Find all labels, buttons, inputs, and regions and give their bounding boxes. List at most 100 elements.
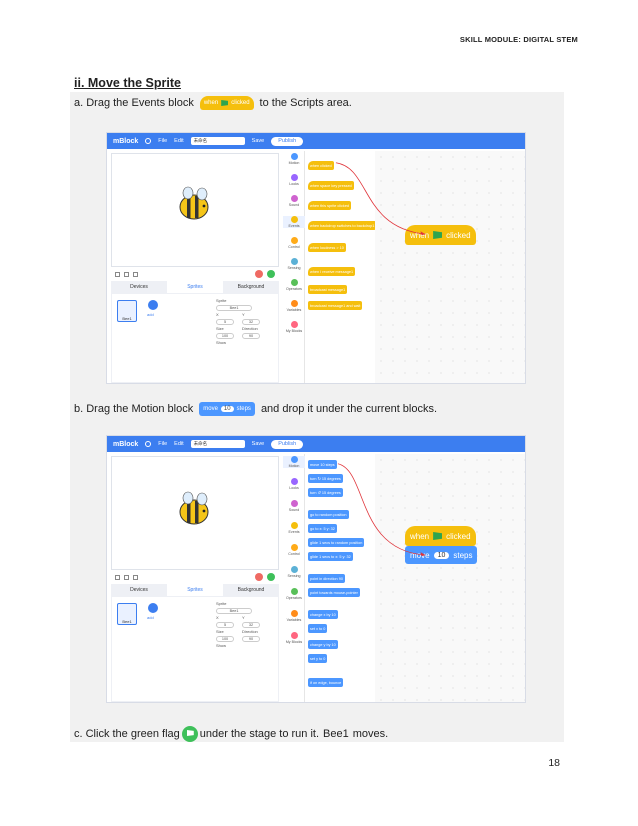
category-my-blocks[interactable]: My Blocks <box>283 632 305 644</box>
category-list: Motion Looks Sound Events Control Sensin… <box>283 151 305 383</box>
category-sound[interactable]: Sound <box>283 500 305 512</box>
y-field[interactable]: 32 <box>242 622 260 628</box>
category-my-blocks[interactable]: My Blocks <box>283 321 305 333</box>
section-heading: ii. Move the Sprite <box>74 76 181 90</box>
category-sound[interactable]: Sound <box>283 195 305 207</box>
x-field[interactable]: 5 <box>216 319 234 325</box>
tab-sprites[interactable]: Sprites <box>167 281 223 293</box>
save-button[interactable]: Save <box>252 138 265 144</box>
sprite-tabs: Devices Sprites Background <box>111 584 279 596</box>
sprite-thumbnail[interactable]: Bee1 <box>117 603 137 625</box>
palette-block[interactable]: broadcast message1 and wait <box>308 301 363 310</box>
tab-sprites[interactable]: Sprites <box>167 584 223 596</box>
palette-block[interactable]: when clicked <box>308 161 334 170</box>
tab-devices[interactable]: Devices <box>111 281 167 293</box>
category-motion[interactable]: Motion <box>283 153 305 165</box>
small-stage-icon[interactable] <box>115 574 120 580</box>
category-label: Looks <box>289 182 299 186</box>
category-events[interactable]: Events <box>283 216 305 228</box>
y-field[interactable]: 32 <box>242 319 260 325</box>
script-move-block[interactable]: move 10 steps <box>405 546 478 564</box>
script-when-clicked-block[interactable]: when clicked <box>405 526 476 546</box>
stop-icon[interactable] <box>255 270 263 278</box>
direction-field[interactable]: 90 <box>242 636 260 642</box>
module-title: SKILL MODULE: DIGITAL STEM <box>459 35 578 44</box>
category-looks[interactable]: Looks <box>283 478 305 490</box>
category-sensing[interactable]: Sensing <box>283 566 305 578</box>
category-variables[interactable]: Variables <box>283 610 305 622</box>
category-control[interactable]: Control <box>283 544 305 556</box>
edit-menu[interactable]: Edit <box>174 441 183 447</box>
move-value[interactable]: 10 <box>433 551 450 559</box>
category-events[interactable]: Events <box>283 522 305 534</box>
script-when-clicked-block[interactable]: when clicked <box>405 225 476 245</box>
palette-block[interactable]: set y to 0 <box>308 654 328 663</box>
file-menu[interactable]: File <box>158 138 167 144</box>
large-stage-icon[interactable] <box>124 574 129 580</box>
motion-block-image: move 10 steps <box>199 402 255 416</box>
events-palette: when clicked when space key pressed when… <box>306 151 377 383</box>
category-operators[interactable]: Operators <box>283 588 305 600</box>
tab-background[interactable]: Background <box>223 281 279 293</box>
sprite-panel: Bee1 add Sprite Bee1 X 5 Y 32 Size 100 Dire… <box>111 596 279 702</box>
palette-block[interactable]: when loudness > 10 <box>308 243 346 252</box>
publish-button[interactable]: Publish <box>271 136 304 146</box>
sprite-name-field[interactable]: Bee1 <box>216 608 252 614</box>
small-stage-icon[interactable] <box>115 271 120 277</box>
category-list: Motion Looks Sound Events Control Sensin… <box>283 454 305 702</box>
scripts-area[interactable]: when clicked <box>375 151 525 383</box>
palette-block[interactable]: glide 1 secs to x: 5 y: 32 <box>308 552 353 561</box>
add-sprite-button[interactable] <box>148 300 158 310</box>
category-control[interactable]: Control <box>283 237 305 249</box>
category-sensing[interactable]: Sensing <box>283 258 305 270</box>
category-looks[interactable]: Looks <box>283 174 305 186</box>
control-dot-icon <box>290 237 298 244</box>
category-operators[interactable]: Operators <box>283 279 305 291</box>
file-menu[interactable]: File <box>158 441 167 447</box>
palette-block[interactable]: point in direction 90 <box>308 574 345 583</box>
category-motion[interactable]: Motion <box>283 456 305 468</box>
fullscreen-icon[interactable] <box>133 271 138 277</box>
palette-block[interactable]: when backdrop switches to backdrop1 <box>308 221 377 230</box>
sprite-thumbnail[interactable]: Bee1 <box>117 300 137 322</box>
large-stage-icon[interactable] <box>124 271 129 277</box>
tab-devices[interactable]: Devices <box>111 584 167 596</box>
green-flag-button[interactable] <box>267 573 275 581</box>
language-icon[interactable] <box>145 441 152 447</box>
palette-block[interactable]: if on edge, bounce <box>308 678 344 687</box>
palette-block[interactable]: go to random position <box>308 510 349 519</box>
scripts-area[interactable]: when clicked move 10 steps <box>375 454 525 702</box>
category-label: My Blocks <box>285 640 303 644</box>
palette-block[interactable]: when this sprite clicked <box>308 201 352 210</box>
palette-block[interactable]: set x to 0 <box>308 624 328 633</box>
project-title-input[interactable]: 未命名 <box>190 137 245 145</box>
add-sprite-button[interactable] <box>148 603 158 613</box>
size-field[interactable]: 100 <box>216 333 234 339</box>
direction-field[interactable]: 90 <box>242 333 260 339</box>
size-field[interactable]: 100 <box>216 636 234 642</box>
category-variables[interactable]: Variables <box>283 300 305 312</box>
palette-block[interactable]: turn ↻ 15 degrees <box>308 474 343 483</box>
palette-block[interactable]: go to x: 5 y: 32 <box>308 524 337 533</box>
palette-block[interactable]: when space key pressed <box>308 181 354 190</box>
green-flag-button[interactable] <box>267 270 275 278</box>
publish-button[interactable]: Publish <box>271 439 304 449</box>
palette-block[interactable]: change x by 10 <box>308 610 338 619</box>
fullscreen-icon[interactable] <box>133 574 138 580</box>
sprite-name-field[interactable]: Bee1 <box>216 305 252 311</box>
move-label: move <box>410 550 430 560</box>
language-icon[interactable] <box>145 138 152 144</box>
palette-block[interactable]: turn ↺ 15 degrees <box>308 488 343 497</box>
x-field[interactable]: 5 <box>216 622 234 628</box>
stop-icon[interactable] <box>255 573 263 581</box>
palette-block[interactable]: point towards mouse-pointer <box>308 588 360 597</box>
palette-block[interactable]: when I receive message1 <box>308 267 356 276</box>
palette-block[interactable]: change y by 10 <box>308 640 338 649</box>
palette-block[interactable]: broadcast message1 <box>308 285 348 294</box>
palette-block[interactable]: glide 1 secs to random position <box>308 538 365 547</box>
edit-menu[interactable]: Edit <box>174 138 183 144</box>
palette-block[interactable]: move 10 steps <box>308 460 337 469</box>
save-button[interactable]: Save <box>252 441 265 447</box>
tab-background[interactable]: Background <box>223 584 279 596</box>
project-title-input[interactable]: 未命名 <box>190 440 245 448</box>
